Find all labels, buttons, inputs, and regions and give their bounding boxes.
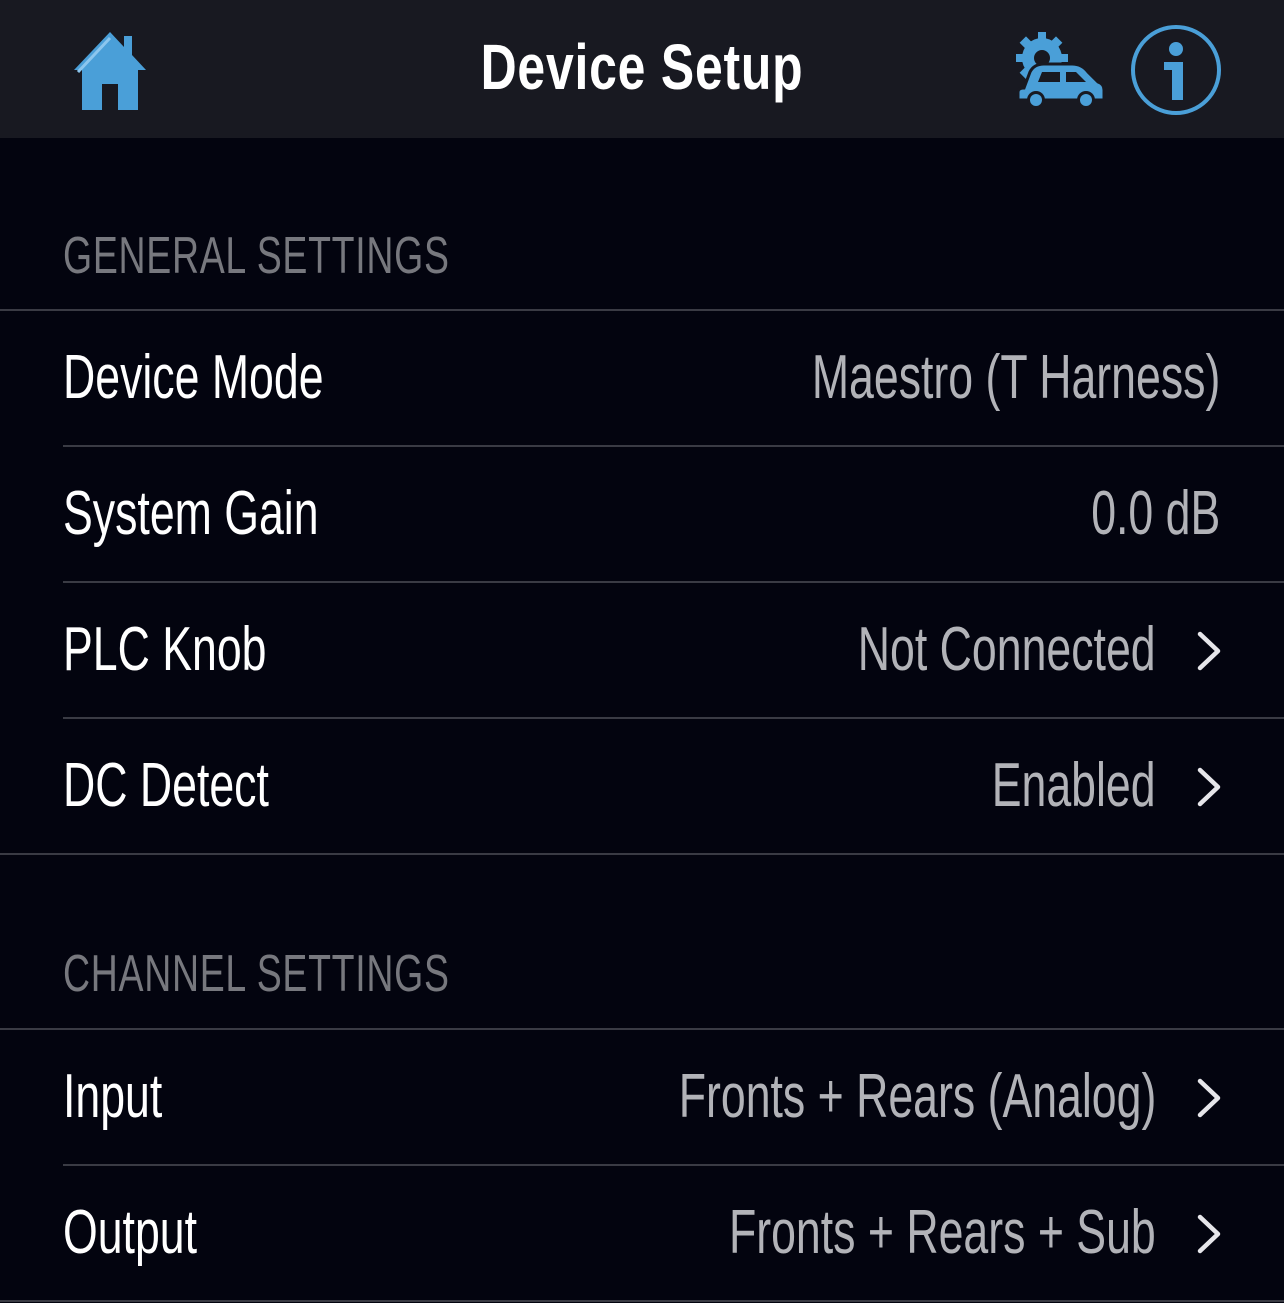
chevron-right-icon (1197, 1078, 1221, 1118)
page-title: Device Setup (480, 31, 804, 103)
row-value: Maestro (T Harness) (811, 343, 1220, 412)
settings-content: GENERAL SETTINGS Device Mode Maestro (T … (0, 138, 1284, 1303)
row-value: 0.0 dB (1090, 479, 1220, 548)
chevron-right-icon (1197, 631, 1221, 671)
row-label: System Gain (63, 479, 319, 548)
row-label: Device Mode (63, 343, 324, 412)
top-bar: Device Setup (0, 0, 1284, 138)
plc-knob-row[interactable]: PLC Knob Not Connected (0, 583, 1284, 717)
output-row[interactable]: Output Fronts + Rears + Sub (0, 1166, 1284, 1300)
channel-settings-header: CHANNEL SETTINGS (63, 945, 450, 1003)
home-icon (74, 32, 146, 110)
row-label: Input (63, 1062, 163, 1131)
device-mode-row[interactable]: Device Mode Maestro (T Harness) (0, 311, 1284, 445)
general-settings-header: GENERAL SETTINGS (63, 227, 450, 285)
car-settings-button[interactable] (1010, 30, 1106, 110)
divider (0, 853, 1284, 855)
row-value: Enabled (992, 751, 1156, 820)
system-gain-row[interactable]: System Gain 0.0 dB (0, 447, 1284, 581)
car-gear-icon (1016, 32, 1106, 109)
chevron-right-icon (1197, 1214, 1221, 1254)
row-value: Fronts + Rears + Sub (729, 1198, 1156, 1267)
row-label: DC Detect (63, 751, 269, 820)
input-row[interactable]: Input Fronts + Rears (Analog) (0, 1030, 1284, 1164)
row-label: Output (63, 1198, 198, 1267)
home-button[interactable] (70, 26, 150, 116)
row-value: Fronts + Rears (Analog) (678, 1062, 1156, 1131)
dc-detect-row[interactable]: DC Detect Enabled (0, 719, 1284, 853)
divider (0, 1300, 1284, 1302)
row-label: PLC Knob (63, 615, 267, 684)
chevron-right-icon (1197, 767, 1221, 807)
info-button[interactable] (1128, 22, 1224, 118)
row-value: Not Connected (858, 615, 1156, 684)
info-icon (1131, 25, 1221, 115)
